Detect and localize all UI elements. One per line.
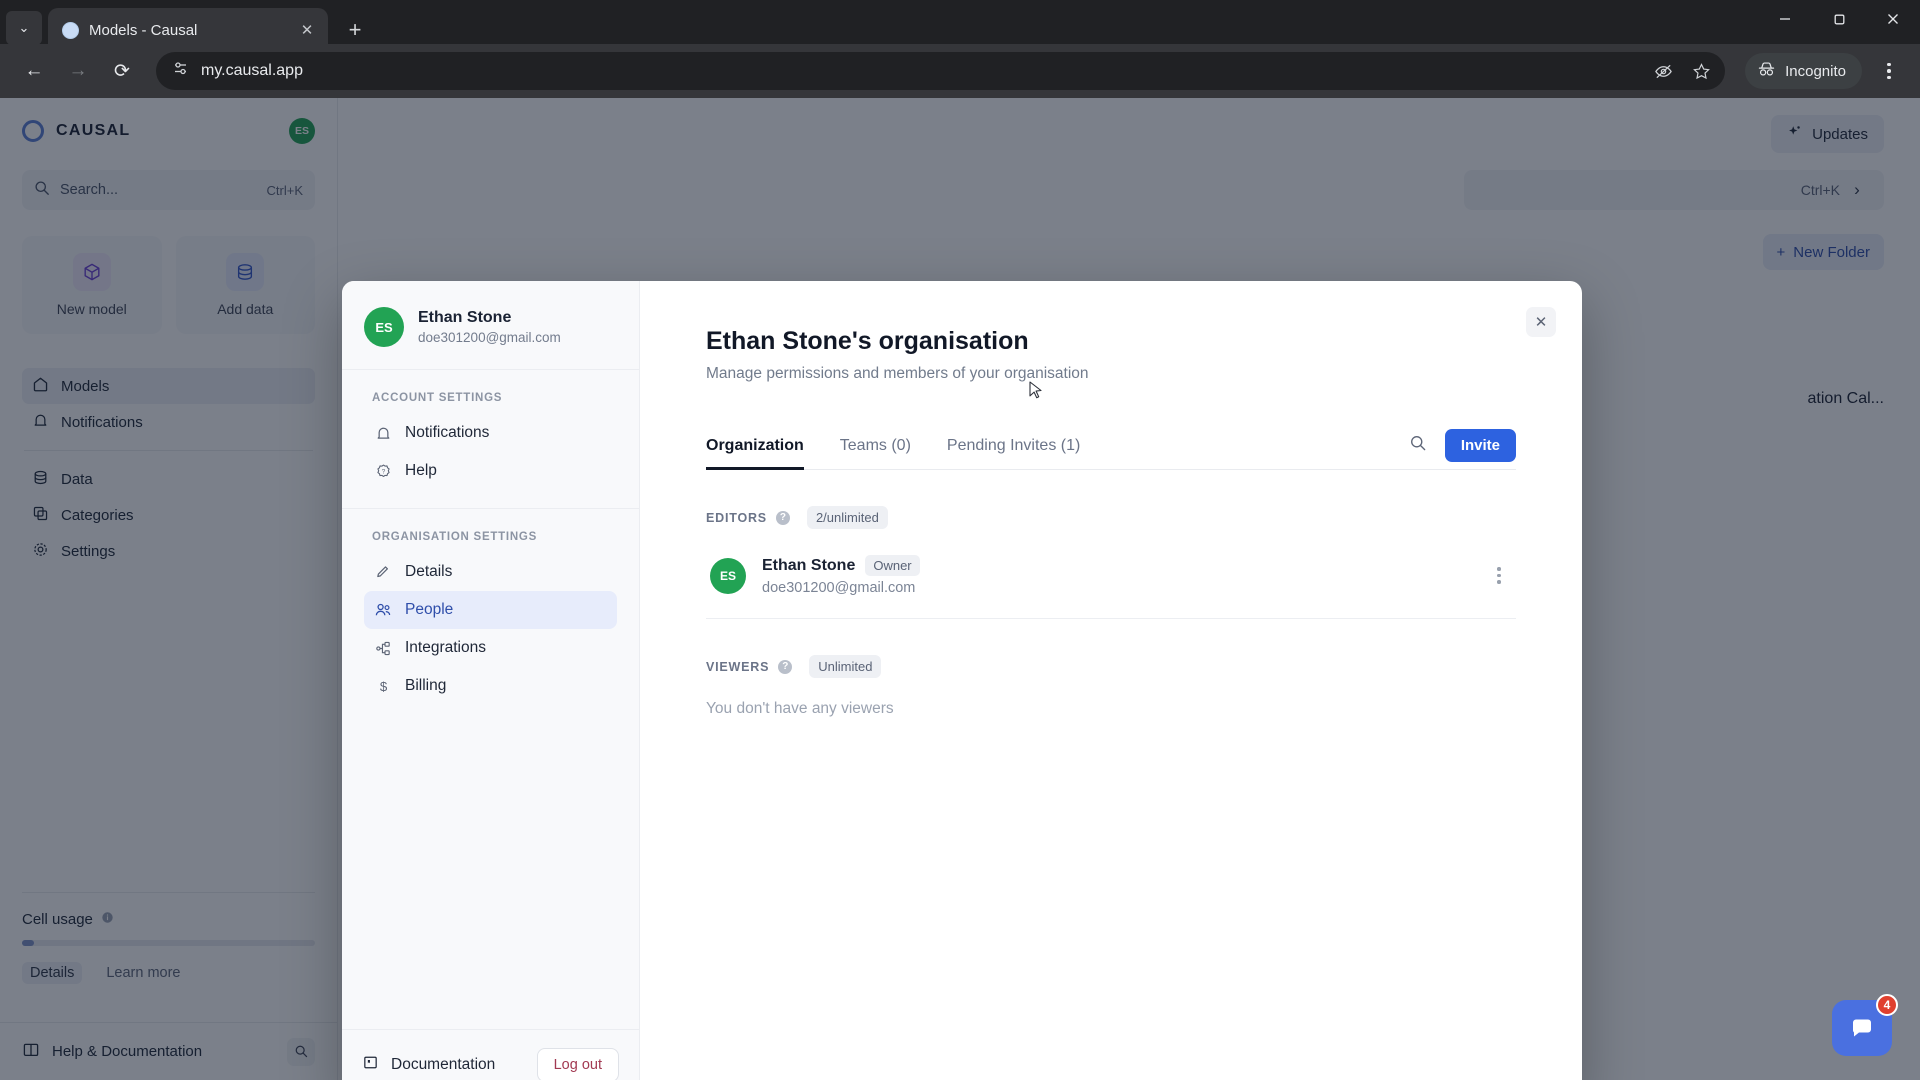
site-info-icon[interactable] — [172, 60, 189, 82]
table-row[interactable]: ES Ethan Stone Owner doe301200@gmail.com — [706, 537, 1516, 619]
svg-text:?: ? — [381, 468, 385, 475]
chat-support-button[interactable]: 4 — [1832, 994, 1898, 1056]
window-close-button[interactable] — [1866, 0, 1920, 38]
mouse-cursor — [1029, 381, 1042, 399]
modal-item-label: Notifications — [405, 424, 490, 441]
browser-toolbar: ← → ⟳ my.causal.app Incognito — [0, 44, 1920, 98]
people-icon — [374, 601, 392, 619]
nodes-icon — [374, 640, 392, 657]
editors-label: EDITORS — [706, 510, 767, 525]
viewers-group-header: VIEWERS ? Unlimited — [706, 655, 1516, 678]
incognito-icon — [1757, 61, 1776, 81]
profile-name: Ethan Stone — [418, 309, 512, 326]
modal-item-label: Billing — [405, 677, 447, 694]
documentation-label: Documentation — [391, 1055, 496, 1073]
pencil-icon — [374, 564, 392, 581]
avatar: ES — [364, 307, 404, 347]
chat-icon — [1853, 1019, 1871, 1037]
tab-search-button[interactable]: ⌄ — [6, 11, 42, 45]
tab-favicon-icon — [62, 21, 79, 39]
page-title: Ethan Stone's organisation — [706, 327, 1029, 355]
viewers-quota-badge: Unlimited — [809, 655, 882, 678]
incognito-indicator[interactable]: Incognito — [1745, 53, 1862, 89]
chat-badge-count: 4 — [1876, 994, 1898, 1016]
page-root: CAUSAL ES Search... Ctrl+K New model Add… — [0, 98, 1920, 1080]
tab-organization[interactable]: Organization — [706, 437, 804, 470]
modal-item-label: Help — [405, 462, 437, 479]
search-icon[interactable] — [1409, 434, 1427, 457]
address-bar[interactable]: my.causal.app — [156, 52, 1726, 90]
tab-teams[interactable]: Teams (0) — [840, 437, 911, 470]
help-circle-icon[interactable]: ? — [775, 510, 790, 525]
help-badge-icon: ? — [374, 463, 392, 480]
modal-item-notifications[interactable]: Notifications — [364, 414, 617, 452]
close-icon[interactable]: ✕ — [1526, 307, 1556, 337]
member-name: Ethan Stone — [762, 556, 856, 574]
book-open-icon — [362, 1054, 379, 1076]
modal-content: ✕ Ethan Stone's organisation Manage perm… — [640, 281, 1582, 1080]
status-badge: Owner — [865, 555, 920, 576]
modal-item-integrations[interactable]: Integrations — [364, 629, 617, 667]
browser-menu-icon[interactable] — [1872, 54, 1906, 88]
editors-quota-badge: 2/unlimited — [806, 506, 888, 529]
logout-button[interactable]: Log out — [536, 1047, 619, 1080]
tab-pending-invites[interactable]: Pending Invites (1) — [947, 437, 1080, 470]
reload-icon[interactable]: ⟳ — [102, 51, 142, 91]
chevron-down-icon: ⌄ — [18, 20, 30, 35]
page-subtitle: Manage permissions and members of your o… — [706, 365, 1089, 382]
forward-icon[interactable]: → — [58, 51, 98, 91]
profile-email: doe301200@gmail.com — [418, 330, 561, 345]
modal-item-billing[interactable]: $ Billing — [364, 667, 617, 705]
modal-item-label: Integrations — [405, 639, 486, 656]
viewers-empty-message: You don't have any viewers — [706, 700, 894, 717]
settings-modal: ES Ethan Stone doe301200@gmail.com ACCOU… — [342, 281, 1582, 1080]
new-tab-button[interactable]: + — [338, 13, 372, 47]
avatar: ES — [710, 557, 746, 594]
back-icon[interactable]: ← — [14, 51, 54, 91]
editors-group-header: EDITORS ? 2/unlimited — [706, 506, 1516, 529]
dollar-icon: $ — [374, 678, 392, 695]
invite-button[interactable]: Invite — [1444, 429, 1516, 462]
modal-item-label: People — [405, 601, 454, 618]
incognito-label: Incognito — [1785, 62, 1846, 80]
account-settings-section: ACCOUNT SETTINGS Notifications ? Help — [342, 370, 639, 494]
organisation-settings-section: ORGANISATION SETTINGS Details People Int… — [342, 509, 639, 709]
window-maximize-button[interactable] — [1812, 0, 1866, 38]
tabs: Organization Teams (0) Pending Invites (… — [706, 429, 1516, 470]
bell-icon — [374, 425, 392, 442]
modal-sidebar: ES Ethan Stone doe301200@gmail.com ACCOU… — [342, 281, 640, 1080]
window-controls — [1758, 0, 1920, 38]
address-bar-url: my.causal.app — [201, 62, 303, 79]
modal-item-help[interactable]: ? Help — [364, 452, 617, 490]
member-email: doe301200@gmail.com — [762, 580, 916, 596]
bookmark-star-icon[interactable] — [1685, 55, 1717, 87]
documentation-link[interactable]: Documentation — [362, 1054, 495, 1076]
viewers-label: VIEWERS — [706, 659, 770, 674]
tab-title: Models - Causal — [89, 21, 198, 39]
row-menu-icon[interactable] — [1486, 563, 1512, 589]
window-minimize-button[interactable] — [1758, 0, 1812, 38]
modal-profile: ES Ethan Stone doe301200@gmail.com — [342, 281, 639, 370]
organisation-settings-caption: ORGANISATION SETTINGS — [372, 531, 538, 543]
modal-item-people[interactable]: People — [364, 591, 617, 629]
help-circle-icon[interactable]: ? — [778, 659, 793, 674]
modal-item-label: Details — [405, 563, 453, 580]
svg-text:$: $ — [379, 678, 387, 693]
tab-close-icon[interactable]: ✕ — [296, 19, 318, 41]
modal-item-details[interactable]: Details — [364, 553, 617, 591]
account-settings-caption: ACCOUNT SETTINGS — [372, 392, 503, 404]
modal-sidebar-footer: Documentation Log out — [342, 1029, 639, 1080]
eye-off-icon[interactable] — [1647, 55, 1679, 87]
